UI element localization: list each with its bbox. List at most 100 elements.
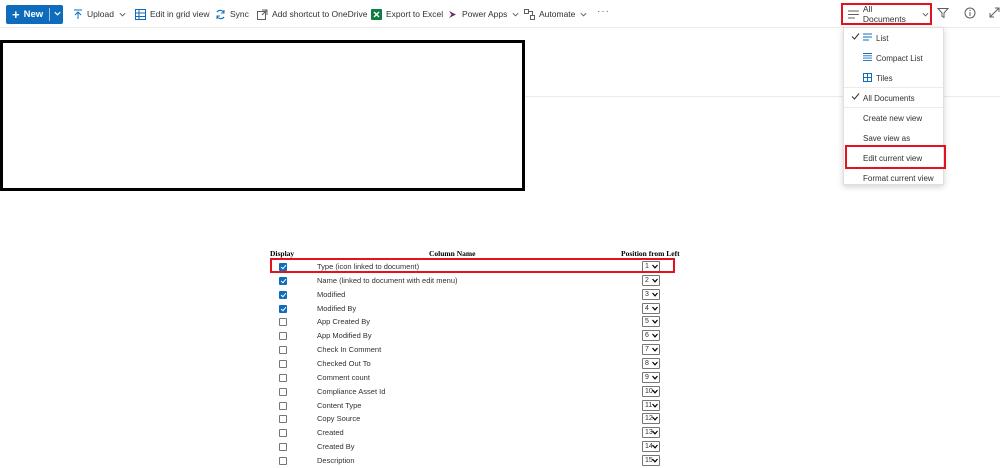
menu-item-list[interactable]: List [844,28,943,48]
position-select[interactable]: 7 [642,344,660,356]
table-row: Created By 14 [270,441,680,455]
checkmark-icon [851,33,860,40]
column-name: Name (linked to document with edit menu) [317,275,458,285]
display-checkbox[interactable] [279,276,287,285]
menu-item-create-new-view[interactable]: Create new view [844,108,943,128]
display-checkbox[interactable] [279,318,287,327]
position-select[interactable]: 10 [642,385,660,397]
position-select[interactable]: 6 [642,330,660,342]
table-row: Modified By 4 [270,302,680,317]
more-options-button[interactable]: ··· [597,6,610,17]
position-select[interactable]: 4 [642,302,660,314]
display-checkbox[interactable] [279,443,287,452]
new-button[interactable]: + New [6,5,63,24]
table-row: Created 13 [270,427,680,441]
column-name: Checked Out To [317,358,371,368]
column-name: Comment count [317,372,370,382]
chevron-down-icon [652,292,658,297]
power-apps-button[interactable]: Power Apps [447,7,520,21]
chevron-down-icon [652,375,658,380]
edit-grid-view-button[interactable]: Edit in grid view [135,7,210,21]
position-value: 6 [645,332,649,340]
table-row: App Created By 5 [270,316,680,330]
position-value: 8 [645,359,649,367]
automate-button[interactable]: Automate [524,7,588,21]
info-icon[interactable] [964,7,976,19]
automate-icon [524,8,535,20]
chevron-down-icon [652,403,658,408]
chevron-down-icon [652,389,658,394]
position-select[interactable]: 5 [642,316,660,328]
plus-icon: + [12,7,20,22]
table-row: Check In Comment 7 [270,344,680,358]
menu-item-compact-list[interactable]: Compact List [844,48,943,68]
table-row: Description 15 [270,454,680,468]
position-select[interactable]: 8 [642,357,660,369]
add-shortcut-label: Add shortcut to OneDrive [272,9,368,19]
command-bar: + New Upload Edit in grid view Sync Add … [0,0,1000,28]
chevron-down-icon [652,361,658,366]
display-checkbox[interactable] [279,429,287,438]
add-shortcut-button[interactable]: Add shortcut to OneDrive [257,7,367,21]
list-icon [863,33,872,41]
column-name: Compliance Asset Id [317,386,386,396]
display-checkbox[interactable] [279,332,287,341]
display-checkbox[interactable] [279,290,287,299]
upload-icon [74,9,82,19]
position-value: 5 [645,318,649,326]
position-select[interactable]: 3 [642,288,660,300]
upload-label: Upload [87,9,114,19]
column-name: Created By [317,442,355,452]
column-name: Modified [317,289,346,299]
list-lines-icon [848,10,859,18]
chevron-down-icon [652,306,658,311]
compact-list-icon [863,53,872,61]
menu-item-format-current-view[interactable]: Format current view [844,168,943,188]
type-row-highlight [270,258,675,273]
position-select[interactable]: 11 [642,399,660,411]
upload-button[interactable]: Upload [73,7,127,21]
position-value: 2 [645,276,649,284]
view-switcher-button[interactable]: All Documents [841,3,932,25]
display-checkbox[interactable] [279,401,287,410]
display-checkbox[interactable] [279,346,287,355]
position-select[interactable]: 13 [642,427,660,439]
chevron-down-icon [652,458,658,463]
export-excel-button[interactable]: Export to Excel [371,7,443,21]
display-checkbox[interactable] [279,387,287,396]
column-name: Created [317,428,344,438]
menu-item-tiles[interactable]: Tiles [844,68,943,88]
chevron-down-icon [922,12,929,16]
chevron-down-icon [652,444,658,449]
sync-button[interactable]: Sync [215,7,249,21]
tiles-icon [863,73,872,82]
display-checkbox[interactable] [279,456,287,465]
column-name: Content Type [317,400,362,410]
column-name: Copy Source [317,414,361,424]
chevron-down-icon [652,416,658,422]
position-value: 4 [645,304,649,312]
chevron-down-icon [652,333,658,338]
display-checkbox[interactable] [279,359,287,368]
excel-icon [371,8,382,20]
new-button-label: New [23,9,44,20]
display-checkbox[interactable] [279,304,287,313]
chevron-down-icon [652,319,658,325]
display-checkbox[interactable] [279,373,287,382]
view-switcher-label: All Documents [862,4,906,24]
column-name: Description [317,455,355,465]
position-select[interactable]: 12 [642,413,660,425]
menu-item-all-documents[interactable]: All Documents [844,88,943,108]
expand-icon[interactable] [989,7,1000,18]
table-row: Checked Out To 8 [270,357,680,372]
position-select[interactable]: 9 [642,371,660,383]
position-select[interactable]: 15 [642,454,660,466]
filter-icon[interactable] [937,7,949,19]
chevron-down-icon [119,12,126,16]
position-select[interactable]: 14 [642,441,660,453]
display-header: Display [270,249,295,258]
display-checkbox[interactable] [279,415,287,424]
position-select[interactable]: 2 [642,274,660,286]
table-row: Modified 3 [270,288,680,303]
column-name: Modified By [317,303,357,313]
